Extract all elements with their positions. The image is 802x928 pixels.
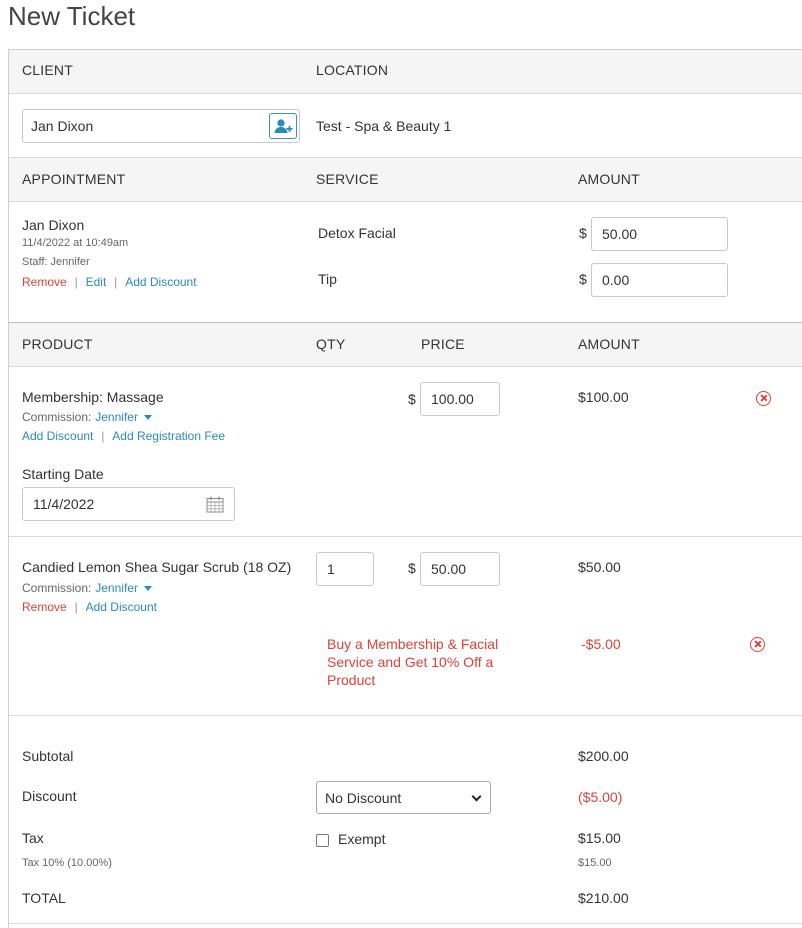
- product-actions: Add Discount | Add Registration Fee: [22, 427, 225, 443]
- service-name: Detox Facial: [318, 225, 396, 241]
- remove-circle-icon[interactable]: [750, 637, 765, 652]
- divider: [9, 366, 802, 367]
- client-header-band: [9, 50, 802, 93]
- remove-product-link[interactable]: Remove: [22, 600, 67, 614]
- separator: |: [74, 275, 78, 289]
- remove-circle-icon[interactable]: [756, 391, 771, 406]
- page-title: New Ticket: [8, 1, 136, 31]
- subtotal-value: $200.00: [578, 748, 629, 764]
- tip-label: Tip: [318, 271, 337, 287]
- promo-description: Buy a Membership & Facial Service and Ge…: [327, 636, 499, 688]
- calendar-icon[interactable]: [206, 496, 224, 513]
- product-actions: Remove | Add Discount: [22, 598, 157, 614]
- starting-date-value: 11/4/2022: [33, 496, 95, 512]
- total-label: TOTAL: [22, 890, 66, 906]
- remove-appointment-link[interactable]: Remove: [22, 275, 67, 289]
- tax-label: Tax: [22, 830, 44, 846]
- price-header: PRICE: [421, 336, 465, 352]
- discount-select-value: No Discount: [325, 789, 402, 806]
- caret-down-icon: [143, 415, 152, 421]
- starting-date-label: Starting Date: [22, 466, 104, 482]
- edit-appointment-link[interactable]: Edit: [86, 275, 107, 289]
- product-amount-header: AMOUNT: [578, 336, 640, 352]
- tax-exempt-checkbox[interactable]: [316, 834, 329, 847]
- product-amount: $50.00: [578, 559, 621, 575]
- appointment-actions: Remove | Edit | Add Discount: [22, 273, 197, 289]
- client-header: CLIENT: [22, 62, 73, 78]
- location-value: Test - Spa & Beauty 1: [316, 118, 452, 134]
- tax-detail-label: Tax 10% (10.00%): [22, 857, 112, 869]
- tip-amount-input[interactable]: 0.00: [591, 263, 728, 297]
- tax-exempt-label: Exempt: [338, 831, 386, 847]
- currency-symbol: $: [408, 391, 416, 407]
- client-input-value: Jan Dixon: [31, 118, 94, 134]
- add-registration-fee-link[interactable]: Add Registration Fee: [112, 429, 225, 443]
- commission-staff-dropdown[interactable]: Jennifer: [95, 410, 152, 424]
- commission-label: Commission:: [22, 410, 92, 424]
- appointment-staff: Staff: Jennifer: [22, 256, 90, 268]
- service-amount-input[interactable]: 50.00: [591, 217, 728, 251]
- discount-value: ($5.00): [578, 789, 623, 805]
- commission-label: Commission:: [22, 581, 92, 595]
- service-header: SERVICE: [316, 171, 379, 187]
- product-price-input[interactable]: 100.00: [420, 382, 500, 416]
- divider: [9, 923, 802, 924]
- currency-symbol: $: [579, 225, 587, 241]
- appointment-header: APPOINTMENT: [22, 171, 126, 187]
- amount-header: AMOUNT: [578, 171, 640, 187]
- tip-amount-value: 0.00: [602, 272, 630, 288]
- product-header-band: [9, 323, 802, 366]
- commission-row: Commission: Jennifer: [22, 579, 152, 595]
- location-header: LOCATION: [316, 62, 389, 78]
- currency-symbol: $: [579, 271, 587, 287]
- product-amount: $100.00: [578, 389, 629, 405]
- commission-staff-dropdown[interactable]: Jennifer: [95, 581, 152, 595]
- product-qty-input[interactable]: 1: [316, 552, 374, 586]
- product-name: Candied Lemon Shea Sugar Scrub (18 OZ): [22, 559, 292, 575]
- add-discount-product-link[interactable]: Add Discount: [22, 429, 93, 443]
- qty-header: QTY: [316, 336, 346, 352]
- add-discount-appointment-link[interactable]: Add Discount: [125, 275, 196, 289]
- divider: [9, 201, 802, 202]
- separator: |: [114, 275, 118, 289]
- total-value: $210.00: [578, 890, 629, 906]
- service-amount-value: 50.00: [602, 226, 638, 242]
- discount-label: Discount: [22, 788, 77, 804]
- divider: [9, 536, 802, 537]
- separator: |: [101, 429, 105, 443]
- caret-down-icon: [143, 586, 152, 592]
- product-header: PRODUCT: [22, 336, 93, 352]
- appointment-header-band: [9, 158, 802, 201]
- tax-value: $15.00: [578, 830, 621, 846]
- product-price-value: 100.00: [431, 391, 474, 407]
- starting-date-input[interactable]: 11/4/2022: [22, 487, 235, 521]
- chevron-down-icon: [471, 791, 482, 802]
- separator: |: [74, 600, 78, 614]
- divider: [9, 93, 802, 94]
- add-client-icon: [274, 119, 293, 133]
- client-input[interactable]: Jan Dixon: [22, 109, 300, 143]
- divider: [9, 715, 802, 716]
- discount-select[interactable]: No Discount: [316, 781, 491, 814]
- add-client-button[interactable]: [269, 113, 297, 139]
- commission-staff: Jennifer: [95, 410, 138, 424]
- tax-detail-value: $15.00: [578, 857, 612, 869]
- product-price-value: 50.00: [431, 561, 467, 577]
- product-qty-value: 1: [327, 561, 335, 577]
- add-discount-product-link[interactable]: Add Discount: [86, 600, 157, 614]
- promo-amount: -$5.00: [581, 636, 621, 652]
- commission-row: Commission: Jennifer: [22, 408, 152, 424]
- commission-staff: Jennifer: [95, 581, 138, 595]
- product-name: Membership: Massage: [22, 389, 164, 405]
- appointment-client-name: Jan Dixon: [22, 217, 85, 233]
- appointment-datetime: 11/4/2022 at 10:49am: [22, 237, 129, 249]
- subtotal-label: Subtotal: [22, 748, 74, 764]
- currency-symbol: $: [408, 560, 416, 576]
- product-price-input[interactable]: 50.00: [420, 552, 500, 586]
